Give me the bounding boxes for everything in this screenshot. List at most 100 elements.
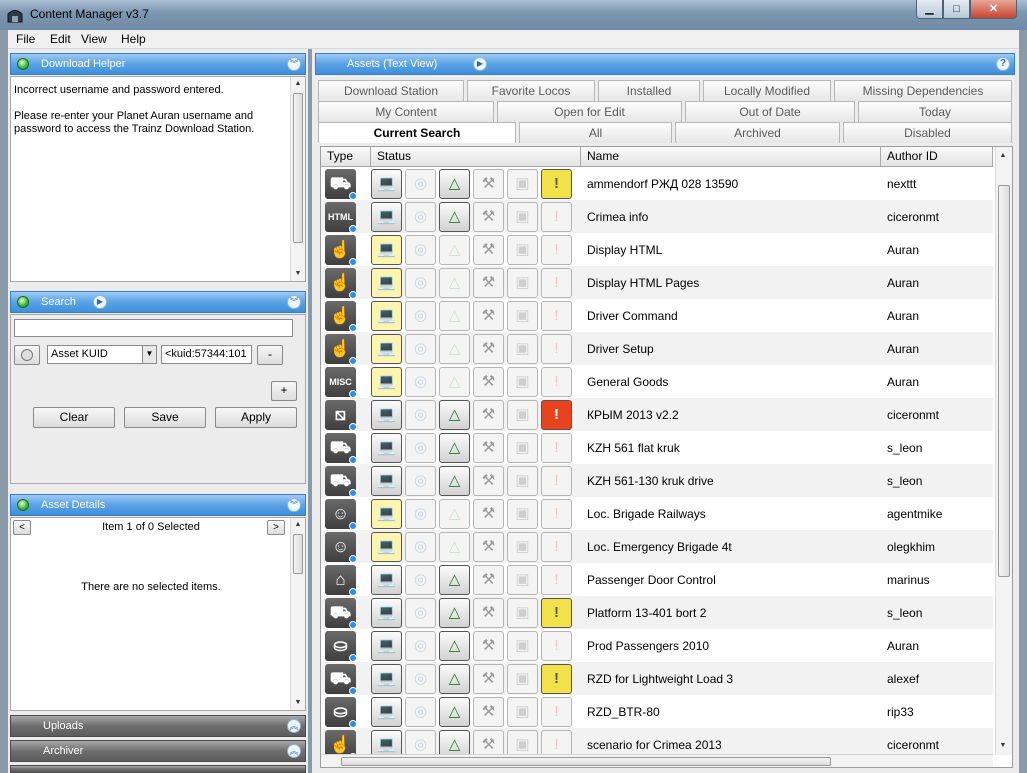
copy-icon[interactable]: ▣ (507, 565, 538, 595)
apply-button[interactable]: Apply (215, 407, 297, 428)
laptop-icon[interactable]: 💻 (371, 466, 402, 496)
tools-icon[interactable]: ⚒ (473, 466, 504, 496)
tab-archived[interactable]: Archived (675, 122, 840, 143)
minimize-button[interactable]: ▁ (916, 0, 943, 19)
copy-icon[interactable]: ▣ (507, 664, 538, 694)
installed-triangle-icon[interactable]: △ (439, 367, 470, 397)
copy-icon[interactable]: ▣ (507, 532, 538, 562)
expand-icon[interactable]: ︽ (287, 744, 301, 758)
search-input[interactable] (14, 319, 293, 337)
installed-triangle-icon[interactable]: △ (439, 499, 470, 529)
tab-my-content[interactable]: My Content (318, 101, 494, 122)
copy-icon[interactable]: ▣ (507, 367, 538, 397)
table-row[interactable]: ☝ 💻 ◎ △ ⚒ ▣! Display HTML Pages Auran (321, 266, 993, 299)
copy-icon[interactable]: ▣ (507, 466, 538, 496)
warning-icon[interactable]: ! (541, 367, 572, 397)
remove-criteria-button[interactable]: - (257, 345, 283, 365)
installed-triangle-icon[interactable]: △ (439, 532, 470, 562)
search-toggle-button[interactable] (14, 345, 40, 365)
copy-icon[interactable]: ▣ (507, 400, 538, 430)
warning-icon[interactable]: ! (541, 235, 572, 265)
tools-icon[interactable]: ⚒ (473, 334, 504, 364)
copy-icon[interactable]: ▣ (507, 433, 538, 463)
table-row[interactable]: MISC 💻 ◎ △ ⚒ ▣! General Goods Auran (321, 365, 993, 398)
disc-icon[interactable]: ◎ (405, 268, 436, 298)
locked-laptop-icon[interactable]: 💻 (371, 334, 402, 364)
installed-triangle-icon[interactable]: △ (439, 400, 470, 430)
column-header-name[interactable]: Name (581, 147, 881, 167)
warning-icon[interactable]: ! (541, 664, 572, 694)
table-row[interactable]: HTML 💻 ◎ △ ⚒ ▣! Crimea info ciceronmt (321, 200, 993, 233)
collapse-icon[interactable]: ︾ (287, 57, 301, 71)
tab-locally-modified[interactable]: Locally Modified (703, 80, 831, 101)
table-row[interactable]: ⛟ 💻 ◎ △ ⚒ ▣! RZD for Lightweight Load 3 alexef (321, 662, 993, 695)
warning-icon[interactable]: ! (541, 433, 572, 463)
table-row[interactable]: ☺ 💻 ◎ △ ⚒ ▣! Loc. Brigade Railways agentmike (321, 497, 993, 530)
warning-icon[interactable]: ! (541, 499, 572, 529)
disc-icon[interactable]: ◎ (405, 631, 436, 661)
installed-triangle-icon[interactable]: △ (439, 664, 470, 694)
table-row[interactable]: ☝ 💻 ◎ △ ⚒ ▣! Driver Setup Auran (321, 332, 993, 365)
warning-icon[interactable]: ! (541, 169, 572, 199)
warning-icon[interactable]: ! (541, 532, 572, 562)
warning-icon[interactable]: ! (541, 631, 572, 661)
asset-details-header[interactable]: Asset Details ︾ (10, 494, 306, 516)
error-icon[interactable]: ! (541, 400, 572, 430)
disc-icon[interactable]: ◎ (405, 334, 436, 364)
tools-icon[interactable]: ⚒ (473, 598, 504, 628)
clear-button[interactable]: Clear (33, 407, 115, 428)
column-header-type[interactable]: Type (321, 147, 371, 167)
tab-current-search[interactable]: Current Search (318, 122, 516, 143)
laptop-icon[interactable]: 💻 (371, 664, 402, 694)
disc-icon[interactable]: ◎ (405, 169, 436, 199)
scroll-up-icon[interactable]: ▲ (291, 518, 305, 532)
laptop-icon[interactable]: 💻 (371, 532, 402, 562)
play-icon[interactable]: ▶ (473, 57, 487, 71)
table-row[interactable]: ⧅ 💻 ◎ △ ⚒ ▣! КРЫМ 2013 v2.2 ciceronmt (321, 398, 993, 431)
laptop-icon[interactable]: 💻 (371, 631, 402, 661)
copy-icon[interactable]: ▣ (507, 631, 538, 661)
laptop-icon[interactable]: 💻 (371, 565, 402, 595)
copy-icon[interactable]: ▣ (507, 301, 538, 331)
installed-triangle-icon[interactable]: △ (439, 466, 470, 496)
uploads-header[interactable]: Uploads ︽ (10, 715, 306, 737)
play-icon[interactable]: ▶ (93, 295, 107, 309)
search-field-select[interactable]: Asset KUID ▼ (47, 345, 157, 364)
scroll-down-icon[interactable]: ▼ (996, 739, 1010, 753)
table-row[interactable]: ☺ 💻 ◎ △ ⚒ ▣! Loc. Emergency Brigade 4t olegkhim (321, 530, 993, 563)
tools-icon[interactable]: ⚒ (473, 499, 504, 529)
laptop-icon[interactable]: 💻 (371, 400, 402, 430)
collapse-icon[interactable]: ︾ (287, 498, 301, 512)
archiver-header[interactable]: Archiver ︽ (10, 740, 306, 762)
download-helper-scrollbar[interactable]: ▲ ▼ (290, 77, 305, 281)
warning-icon[interactable]: ! (541, 598, 572, 628)
tools-icon[interactable]: ⚒ (473, 301, 504, 331)
tools-icon[interactable]: ⚒ (473, 532, 504, 562)
menu-help[interactable]: Help (121, 32, 146, 46)
column-header-status[interactable]: Status (371, 147, 581, 167)
save-button[interactable]: Save (124, 407, 206, 428)
download-helper-header[interactable]: Download Helper ︾ (10, 53, 306, 75)
menu-file[interactable]: File (16, 32, 35, 46)
tab-installed[interactable]: Installed (598, 80, 700, 101)
next-item-button[interactable]: > (267, 520, 285, 535)
installed-triangle-icon[interactable]: △ (439, 433, 470, 463)
asset-details-scrollbar[interactable]: ▲ ▼ (290, 518, 305, 710)
table-row[interactable]: ⛟ 💻 ◎ △ ⚒ ▣! KZH 561-130 kruk drive s_leon (321, 464, 993, 497)
disc-icon[interactable]: ◎ (405, 598, 436, 628)
table-row[interactable]: ⛟ 💻 ◎ △ ⚒ ▣! ammendorf РЖД 028 13590 nexttt (321, 167, 993, 200)
tools-icon[interactable]: ⚒ (473, 202, 504, 232)
laptop-icon[interactable]: 💻 (371, 268, 402, 298)
scroll-down-icon[interactable]: ▼ (291, 267, 305, 281)
disc-icon[interactable]: ◎ (405, 235, 436, 265)
tools-icon[interactable]: ⚒ (473, 433, 504, 463)
copy-icon[interactable]: ▣ (507, 598, 538, 628)
menu-view[interactable]: View (81, 32, 107, 46)
disc-icon[interactable]: ◎ (405, 532, 436, 562)
warning-icon[interactable]: ! (541, 334, 572, 364)
tools-icon[interactable]: ⚒ (473, 697, 504, 727)
scroll-thumb[interactable] (293, 534, 303, 574)
installed-triangle-icon[interactable]: △ (439, 565, 470, 595)
tab-download-station[interactable]: Download Station (318, 80, 464, 101)
table-row[interactable]: ☝ 💻 ◎ △ ⚒ ▣! Driver Command Auran (321, 299, 993, 332)
